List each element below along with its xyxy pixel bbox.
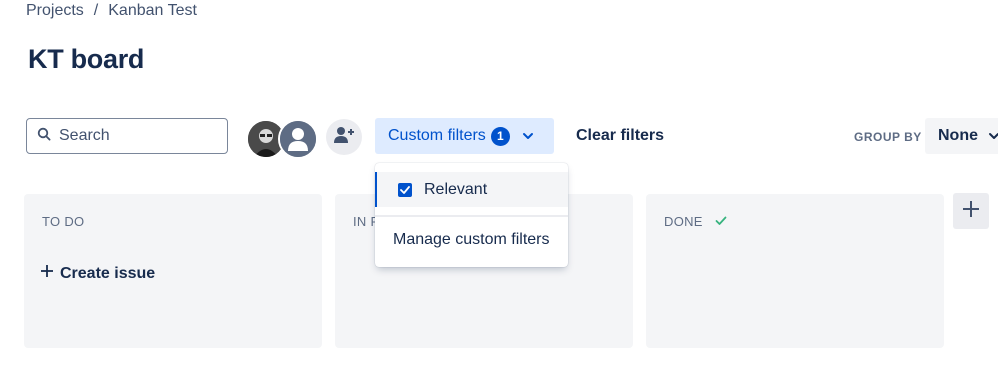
checkbox-checked-icon[interactable] (398, 182, 412, 197)
add-column-button[interactable] (953, 193, 989, 229)
page-title: KT board (28, 44, 145, 74)
add-person-icon (333, 126, 355, 149)
avatar-default[interactable] (278, 119, 318, 159)
column-title-text: TO DO (42, 214, 85, 229)
manage-custom-filters-item[interactable]: Manage custom filters (393, 231, 550, 249)
group-by-label: GROUP BY (854, 130, 922, 144)
breadcrumb-separator: / (93, 2, 99, 19)
add-people-button[interactable] (326, 119, 362, 155)
custom-filters-dropdown: Relevant Manage custom filters (375, 163, 568, 267)
board-column-done: DONE (646, 194, 944, 348)
clear-filters-button[interactable]: Clear filters (576, 127, 664, 145)
search-box[interactable] (26, 118, 228, 154)
divider (375, 215, 568, 217)
column-title: DONE (664, 214, 727, 229)
custom-filters-button[interactable]: Custom filters 1 (375, 118, 554, 154)
breadcrumb-projects[interactable]: Projects (26, 2, 84, 20)
chevron-down-icon (978, 127, 998, 145)
column-title-text: DONE (664, 214, 703, 229)
group-by-select[interactable]: None (925, 118, 998, 154)
search-icon (37, 127, 51, 146)
check-icon (715, 214, 727, 229)
column-title: TO DO (42, 214, 84, 229)
board-column-todo: TO DO Create issue (24, 194, 322, 348)
search-input[interactable] (57, 126, 211, 146)
create-issue-button[interactable]: Create issue (40, 264, 155, 283)
group-by-value: None (938, 127, 978, 144)
chevron-down-icon (522, 132, 534, 140)
breadcrumb: Projects / Kanban Test (26, 2, 197, 20)
filter-item-label: Relevant (424, 180, 488, 198)
breadcrumb-kanban-test[interactable]: Kanban Test (108, 2, 197, 20)
filter-item-relevant[interactable]: Relevant (375, 172, 568, 207)
custom-filters-label: Custom filters (388, 127, 486, 144)
plus-icon (40, 264, 54, 283)
create-issue-label: Create issue (60, 264, 156, 282)
plus-icon (961, 199, 981, 224)
custom-filters-count-badge: 1 (490, 126, 510, 146)
